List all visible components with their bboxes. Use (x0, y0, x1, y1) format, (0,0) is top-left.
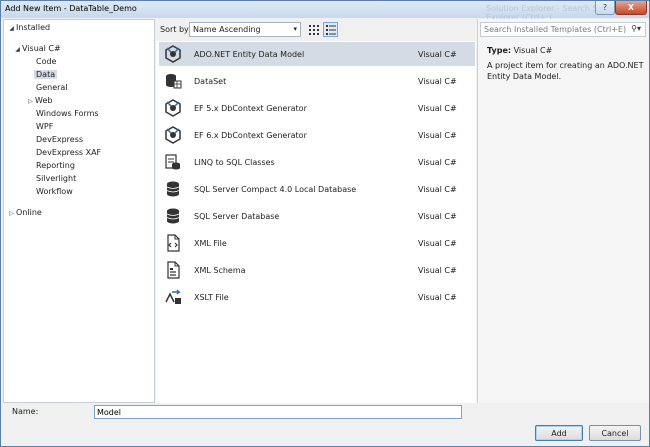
tree-node-reporting[interactable]: Reporting (36, 159, 75, 172)
template-list: ADO.NET Entity Data Model Visual C# Data… (156, 41, 476, 403)
help-button[interactable]: ? (595, 1, 615, 15)
template-item-xml-schema[interactable]: XML Schema Visual C# (159, 258, 475, 282)
list-view-button[interactable] (323, 22, 338, 37)
tree-node-general[interactable]: General (36, 81, 68, 94)
template-item-ef6-dbcontext-generator[interactable]: EF 6.x DbContext Generator Visual C# (159, 123, 475, 147)
tree-node-devexpress-xaf[interactable]: DevExpress XAF (36, 146, 101, 159)
name-label: Name: (12, 407, 39, 416)
tree-node-wpf[interactable]: WPF (36, 120, 53, 133)
list-view-icon (325, 24, 336, 35)
cancel-button[interactable]: Cancel (589, 425, 641, 441)
template-description: A project item for creating an ADO.NET E… (487, 61, 644, 81)
collapsed-arrow-icon[interactable]: ▷ (26, 95, 35, 108)
template-type: Type: Visual C# (487, 46, 552, 55)
tree-node-windows-forms[interactable]: Windows Forms (36, 107, 99, 120)
add-new-item-dialog: Add New Item - DataTable_Demo Solution E… (0, 0, 650, 447)
tree-node-installed[interactable]: ◢ Installed (7, 21, 50, 34)
template-item-sql-server-compact-local-database[interactable]: SQL Server Compact 4.0 Local Database Vi… (159, 177, 475, 201)
sort-by-label: Sort by: (160, 25, 191, 34)
template-item-ef5-dbcontext-generator[interactable]: EF 5.x DbContext Generator Visual C# (159, 96, 475, 120)
category-tree: ◢ Installed ◢ Visual C# Code Data General … (3, 19, 155, 403)
template-item-linq-to-sql-classes[interactable]: LINQ to SQL Classes Visual C# (159, 150, 475, 174)
search-icon[interactable]: ⚲▾ (631, 24, 641, 33)
template-item-xml-file[interactable]: XML File Visual C# (159, 231, 475, 255)
sort-dropdown[interactable]: Name Ascending ▾ (189, 22, 301, 37)
tree-node-workflow[interactable]: Workflow (36, 185, 73, 198)
help-icon: ? (602, 3, 608, 12)
dbcontext-generator-icon (164, 126, 182, 144)
template-item-dataset[interactable]: DataSet Visual C# (159, 69, 475, 93)
xml-schema-icon (164, 261, 182, 279)
description-pane: Search Installed Templates (Ctrl+E) ⚲▾ T… (477, 19, 649, 403)
tree-node-data[interactable]: Data (34, 68, 58, 81)
xslt-file-icon (164, 288, 182, 306)
collapsed-arrow-icon[interactable]: ▷ (7, 207, 16, 220)
expanded-arrow-icon[interactable]: ◢ (7, 22, 16, 35)
sort-toolbar: Sort by: Name Ascending ▾ (156, 19, 476, 41)
database-icon (164, 180, 182, 198)
search-input[interactable]: Search Installed Templates (Ctrl+E) ⚲▾ (480, 22, 646, 37)
add-button[interactable]: Add (535, 425, 583, 441)
type-label: Type: (487, 46, 512, 55)
xml-file-icon (164, 234, 182, 252)
dataset-icon (164, 72, 182, 90)
expanded-arrow-icon[interactable]: ◢ (13, 43, 22, 56)
template-item-ado-net-entity-data-model[interactable]: ADO.NET Entity Data Model Visual C# (159, 42, 475, 66)
tree-node-silverlight[interactable]: Silverlight (36, 172, 76, 185)
close-icon: X (627, 3, 635, 12)
entity-model-icon (164, 45, 182, 63)
database-icon (164, 207, 182, 225)
grid-view-icon (308, 24, 319, 35)
sort-selected-value: Name Ascending (193, 25, 261, 34)
window-title: Add New Item - DataTable_Demo (5, 4, 137, 13)
close-button[interactable]: X (615, 1, 647, 15)
chevron-down-icon: ▾ (293, 25, 297, 33)
search-placeholder: Search Installed Templates (Ctrl+E) (484, 25, 627, 34)
tree-node-devexpress[interactable]: DevExpress (36, 133, 83, 146)
tree-node-web[interactable]: ▷ Web (26, 94, 52, 107)
name-input[interactable] (94, 405, 462, 419)
tree-node-visual-csharp[interactable]: ◢ Visual C# (13, 42, 61, 55)
dbcontext-generator-icon (164, 99, 182, 117)
tree-node-online[interactable]: ▷ Online (7, 206, 42, 219)
type-value: Visual C# (513, 46, 553, 55)
template-item-sql-server-database[interactable]: SQL Server Database Visual C# (159, 204, 475, 228)
small-icons-view-button[interactable] (306, 22, 321, 37)
template-item-xslt-file[interactable]: XSLT File Visual C# (159, 285, 475, 309)
title-bar: Add New Item - DataTable_Demo Solution E… (1, 1, 649, 22)
tree-node-code[interactable]: Code (36, 55, 56, 68)
linq-to-sql-icon (164, 153, 182, 171)
